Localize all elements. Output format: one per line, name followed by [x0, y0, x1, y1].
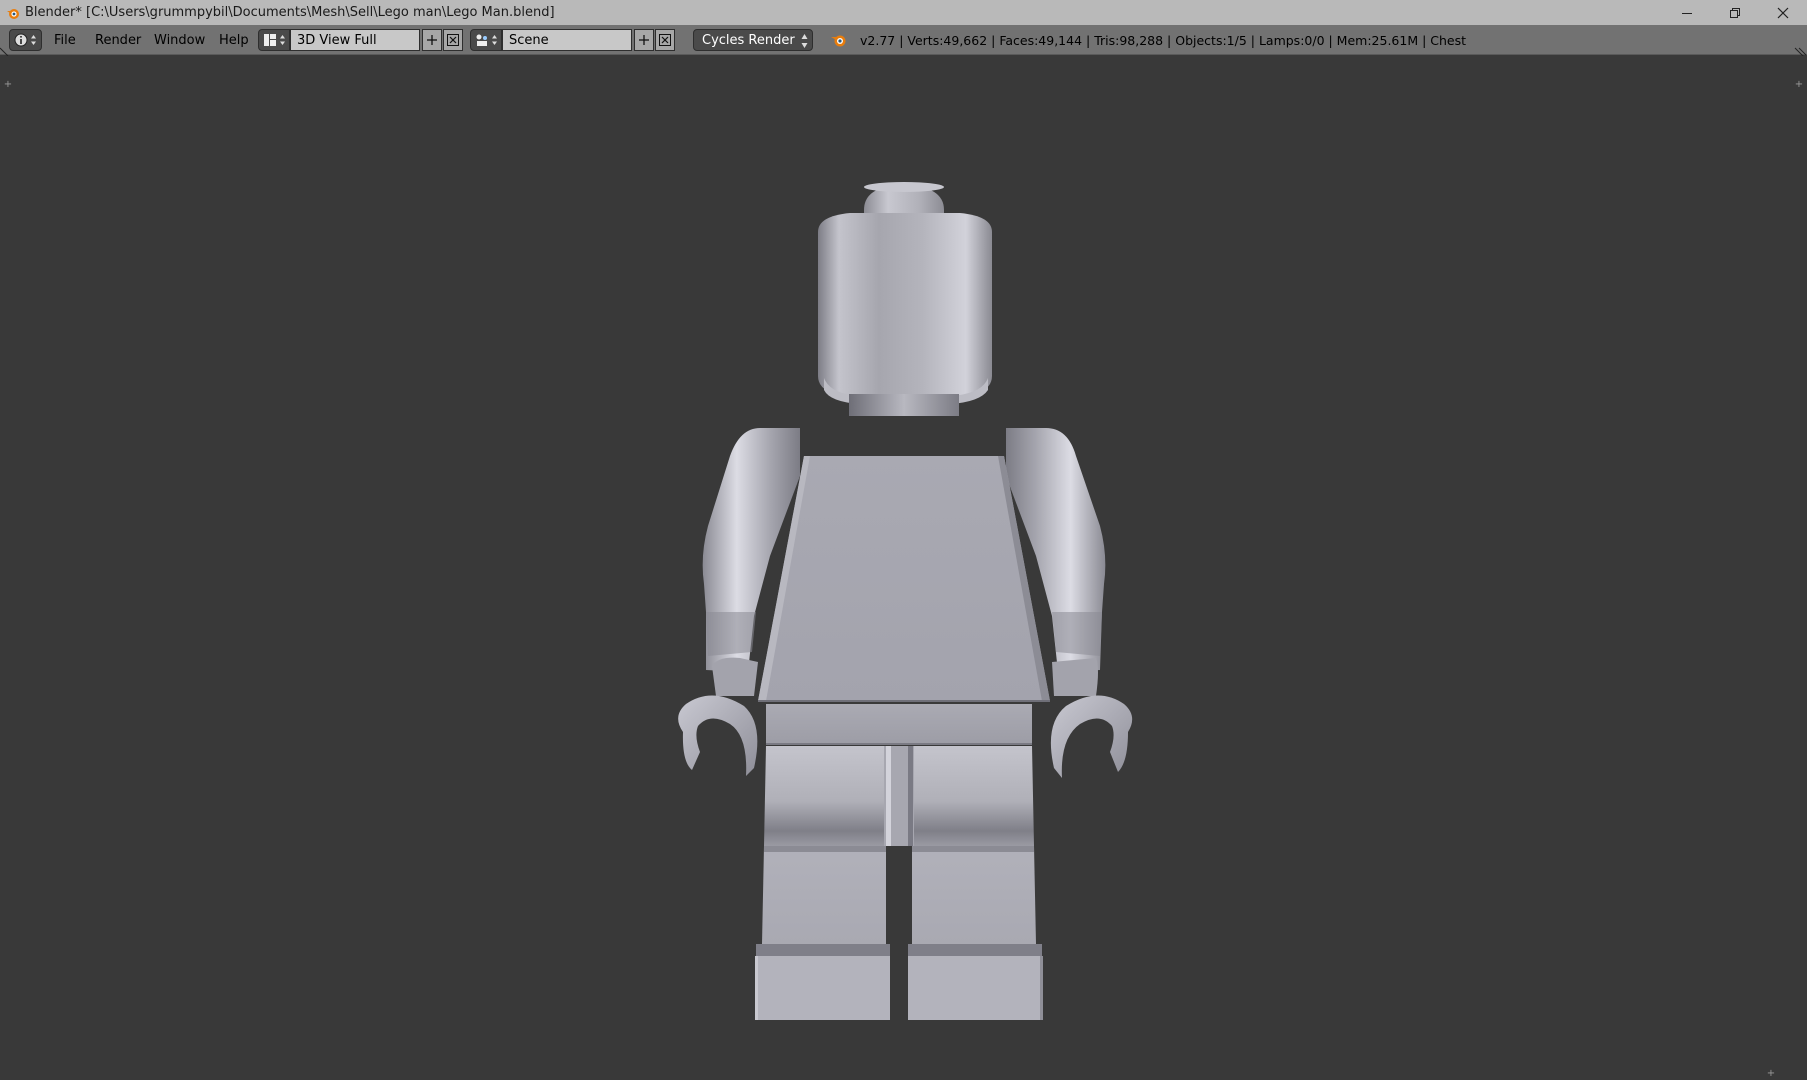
scene-statistics: v2.77 | Verts:49,662 | Faces:49,144 | Tr… [860, 32, 1467, 48]
restore-icon [1730, 7, 1740, 18]
blender-logo-icon [831, 35, 846, 47]
3d-viewport[interactable]: + + + [0, 56, 1807, 1080]
scene-name-field[interactable]: Scene [502, 29, 632, 51]
updown-arrows-icon [31, 35, 36, 45]
area-split-widget-icon[interactable] [0, 46, 10, 56]
layout-icon [263, 34, 276, 46]
close-icon [1777, 7, 1789, 18]
menu-file[interactable]: File [54, 29, 76, 51]
lego-minifigure-render [678, 182, 1133, 1020]
window-titlebar: Blender* [C:\Users\grummpybil\Documents\… [0, 0, 1807, 25]
render-engine-select[interactable]: Cycles Render [693, 29, 813, 51]
close-button[interactable] [1759, 0, 1807, 25]
screen-layout-browse-button[interactable] [258, 29, 290, 51]
menu-help[interactable]: Help [219, 29, 249, 51]
delete-scene-button[interactable] [655, 29, 675, 51]
minimize-button[interactable] [1663, 0, 1711, 25]
render-engine-label: Cycles Render [702, 32, 795, 48]
menu-render[interactable]: Render [95, 29, 141, 51]
add-scene-button[interactable] [634, 29, 654, 51]
add-screen-button[interactable] [422, 29, 442, 51]
updown-arrows-icon [801, 33, 808, 49]
screen-layout-name-field[interactable]: 3D View Full [290, 29, 420, 51]
updown-arrows-icon [279, 35, 285, 45]
window-title: Blender* [C:\Users\grummpybil\Documents\… [25, 5, 555, 20]
scene-icon [476, 34, 487, 46]
minimize-icon [1682, 12, 1692, 14]
close-icon [659, 34, 671, 46]
delete-screen-button[interactable] [443, 29, 463, 51]
info-header: File Render Window Help 3D View Full Sce… [0, 25, 1807, 55]
updown-arrows-icon [491, 35, 497, 45]
blender-logo-icon [4, 4, 22, 22]
scene-browse-button[interactable] [470, 29, 502, 51]
plus-icon [427, 35, 437, 45]
restore-button[interactable] [1711, 0, 1759, 25]
close-icon [447, 34, 459, 46]
info-icon [14, 33, 28, 47]
menu-window[interactable]: Window [154, 29, 205, 51]
editor-type-selector[interactable] [9, 29, 42, 51]
plus-icon [639, 35, 649, 45]
